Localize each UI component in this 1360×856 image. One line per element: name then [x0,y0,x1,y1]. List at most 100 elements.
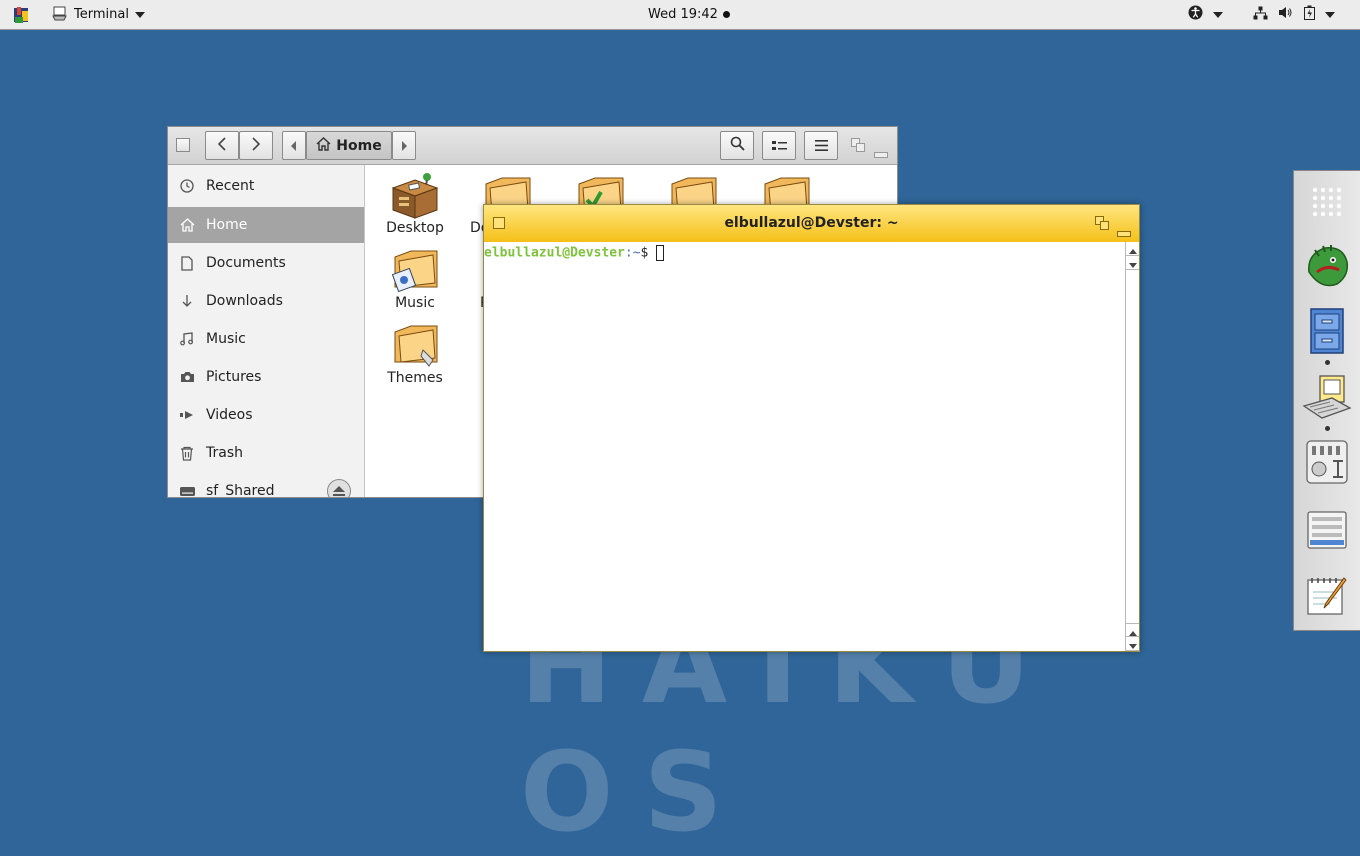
network-icon [1253,6,1268,24]
trash-icon [168,446,206,461]
forward-button[interactable] [239,131,273,160]
home-icon [168,218,206,232]
scroll-down-button-bottom[interactable] [1126,637,1139,651]
path-button-home[interactable]: Home [306,131,392,160]
dock [1293,170,1360,631]
show-applications-button[interactable] [1302,179,1352,229]
sidebar-item-home[interactable]: Home [168,207,364,243]
scroll-down-button[interactable] [1126,256,1139,270]
file-cabinet-icon [1307,307,1347,359]
video-icon [168,410,206,420]
sidebar-item-label: Home [206,217,248,233]
app-menu-button[interactable]: Terminal [52,0,145,29]
download-icon [168,294,206,308]
sidebar-item-recent[interactable]: Recent [168,168,364,204]
file-item-music[interactable]: Music [375,245,455,311]
battery-icon [1304,5,1315,24]
sidebar-item-label: Recent [206,178,255,194]
document-icon [168,255,206,271]
panel-settings-icon [1306,510,1348,554]
prompt-path: :~ [624,245,641,261]
sidebar-item-trash[interactable]: Trash [168,435,364,471]
file-item-label: Desktop [386,220,444,236]
prompt-user: elbullazul@Devster [484,245,625,261]
chevron-right-icon [251,136,261,155]
sidebar-item-downloads[interactable]: Downloads [168,283,364,319]
sidebar-item-label: Pictures [206,369,262,385]
home-icon [316,136,331,155]
path-scroll-left-button[interactable] [282,131,306,160]
prompt-line: elbullazul@Devster:~$ [484,245,665,261]
search-button[interactable] [720,131,754,160]
notification-dot-icon [722,11,730,18]
dock-item-panel-settings[interactable] [1302,507,1352,557]
sidebar-item-documents[interactable]: Documents [168,245,364,281]
sidebar-item-sf-shared[interactable]: sf_Shared [168,473,364,497]
file-item-label: Themes [387,370,443,386]
sidebar-item-music[interactable]: Music [168,321,364,357]
clock-label: Wed 19:42 [648,7,718,22]
desk-icon [375,170,455,220]
minimize-icon [874,143,888,162]
triangle-left-icon [291,136,297,155]
dock-item-preferences[interactable] [1302,439,1352,489]
dock-item-terminal[interactable] [1302,374,1352,424]
zoom-icon [1095,215,1110,234]
accessibility-menu[interactable] [1188,0,1223,29]
app-name: Terminal [74,7,129,22]
music-icon [168,332,206,346]
triangle-down-icon [1128,634,1137,653]
folder-music-icon [375,245,455,295]
computer-icon [1302,372,1352,426]
folder-themes-icon [375,320,455,370]
back-button[interactable] [205,131,239,160]
top-panel: Terminal Wed 19:42 [0,0,1360,30]
volume-icon [1278,6,1292,23]
triangle-down-icon [1128,253,1137,272]
window-minimize-button[interactable] [874,143,888,162]
sidebar-item-videos[interactable]: Videos [168,397,364,433]
places-sidebar: Recent Home Documents Downloads Music Pi… [168,165,365,497]
view-toggle-button[interactable] [762,131,796,160]
chevron-down-icon [1325,11,1335,18]
running-indicator [1325,360,1330,365]
file-item-themes[interactable]: Themes [375,320,455,386]
camera-icon [168,371,206,383]
system-menu[interactable] [1253,0,1335,29]
search-icon [730,136,745,155]
sidebar-item-pictures[interactable]: Pictures [168,359,364,395]
menu-button[interactable] [804,131,838,160]
dock-item-haiku-depot[interactable] [1302,243,1352,293]
drive-icon [168,486,206,497]
triangle-right-icon [401,136,407,155]
window-close-button[interactable] [176,138,190,152]
file-item-desktop[interactable]: Desktop [375,170,455,236]
list-view-icon [771,136,787,155]
clock-button[interactable]: Wed 19:42 [648,0,730,29]
terminal-titlebar[interactable]: elbullazul@Devster: ~ [484,205,1139,242]
path-scroll-right-button[interactable] [392,131,416,160]
sidebar-item-label: Trash [206,445,243,461]
chevron-down-icon [1213,11,1223,18]
running-indicator [1325,426,1330,431]
file-manager-headerbar: Home [168,127,897,165]
window-zoom-button[interactable] [851,137,866,156]
eject-icon[interactable] [326,478,352,497]
text-editor-icon [1304,574,1350,622]
dock-item-files[interactable] [1302,308,1352,358]
terminal-title: elbullazul@Devster: ~ [724,215,899,231]
accessibility-icon [1188,5,1203,24]
zoom-icon [851,137,866,156]
haiku-depot-icon [1303,242,1351,294]
terminal-output[interactable]: elbullazul@Devster:~$ [484,242,1125,651]
window-zoom-button[interactable] [1095,215,1110,234]
hamburger-icon [814,136,828,155]
sidebar-item-label: Downloads [206,293,283,309]
sidebar-item-label: Music [206,331,246,347]
preferences-icon [1305,439,1349,489]
haiku-menu-icon[interactable] [12,0,32,29]
terminal-scrollbar[interactable] [1125,242,1139,651]
chevron-left-icon [217,136,227,155]
terminal-window: elbullazul@Devster: ~ elbullazul@Devster… [483,204,1140,652]
dock-item-text-editor[interactable] [1302,573,1352,623]
